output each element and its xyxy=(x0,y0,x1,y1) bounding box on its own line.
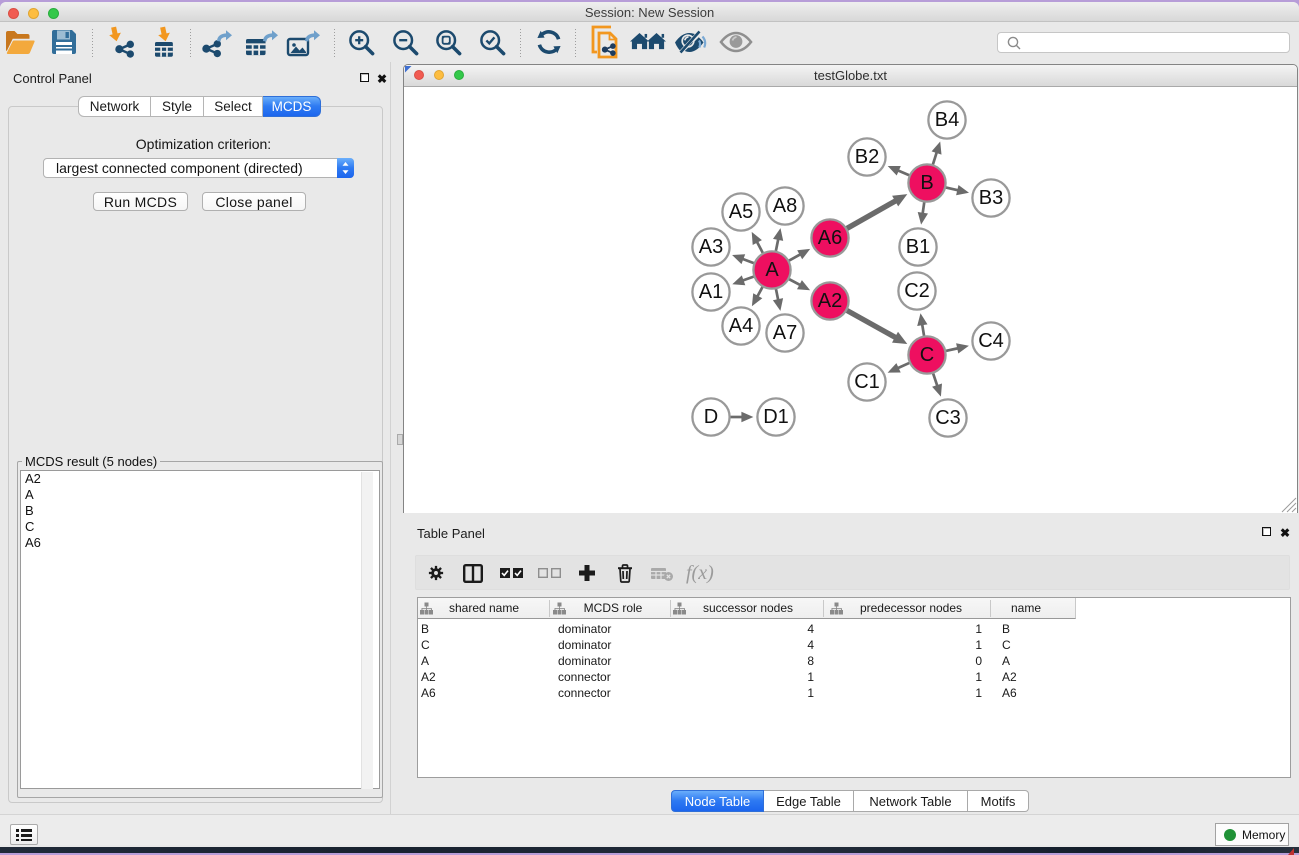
svg-text:C4: C4 xyxy=(978,330,1004,352)
svg-text:A6: A6 xyxy=(818,227,842,249)
svg-text:A4: A4 xyxy=(729,315,753,337)
svg-text:C1: C1 xyxy=(854,371,880,393)
svg-text:A8: A8 xyxy=(773,195,797,217)
svg-text:B1: B1 xyxy=(906,236,930,258)
svg-text:B3: B3 xyxy=(979,187,1003,209)
svg-text:A2: A2 xyxy=(818,290,842,312)
svg-text:B4: B4 xyxy=(935,109,959,131)
svg-text:C: C xyxy=(920,344,934,366)
svg-text:B: B xyxy=(920,172,933,194)
svg-text:A1: A1 xyxy=(699,281,723,303)
svg-text:A: A xyxy=(765,259,779,281)
svg-text:D: D xyxy=(704,406,718,428)
svg-text:C3: C3 xyxy=(935,407,961,429)
svg-text:A7: A7 xyxy=(773,322,797,344)
svg-text:A3: A3 xyxy=(699,236,723,258)
svg-text:C2: C2 xyxy=(904,280,930,302)
svg-text:D1: D1 xyxy=(763,406,789,428)
svg-text:A5: A5 xyxy=(729,201,753,223)
svg-text:B2: B2 xyxy=(855,146,879,168)
